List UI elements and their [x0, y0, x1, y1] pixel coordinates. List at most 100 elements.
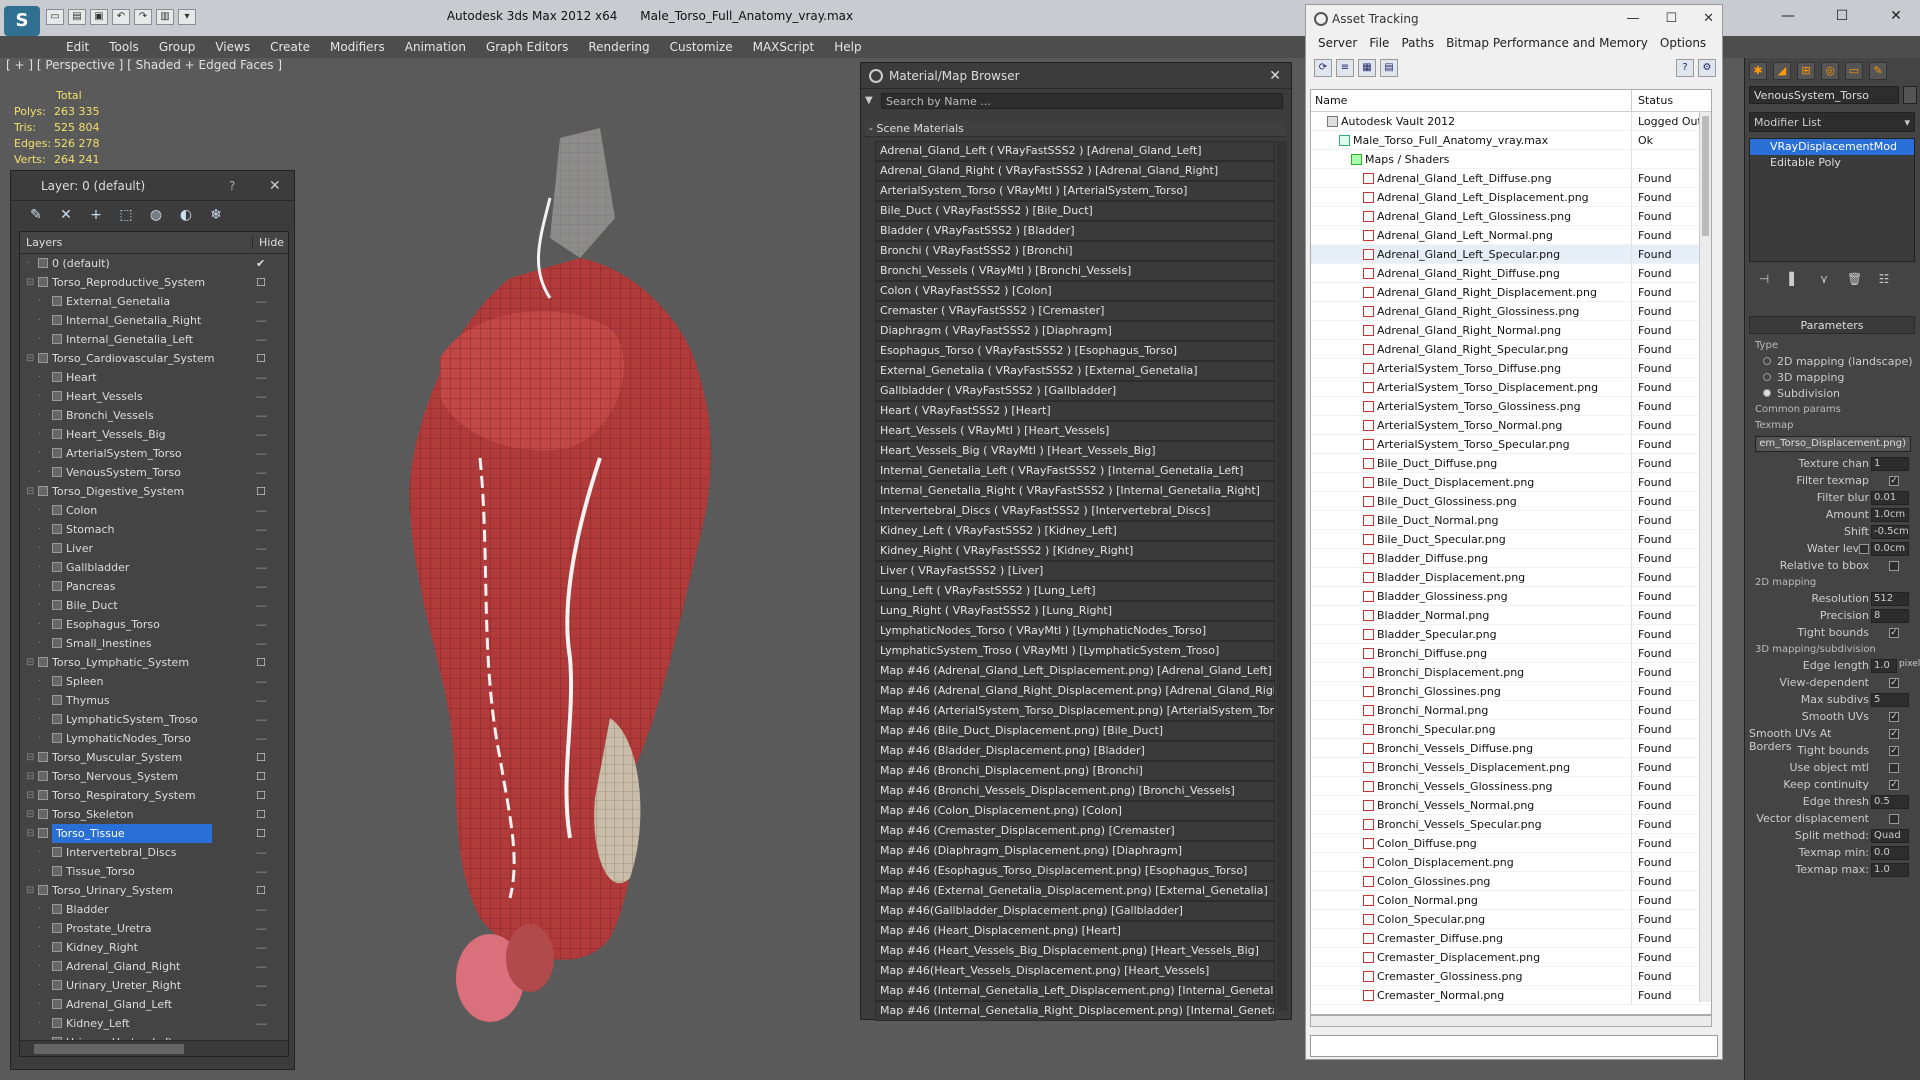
object-color-swatch[interactable] [1903, 86, 1917, 104]
asset-row[interactable]: Adrenal_Gland_Right_Glossiness.png Found [1311, 302, 1711, 321]
asset-row[interactable]: ArterialSystem_Torso_Glossiness.png Found [1311, 397, 1711, 416]
material-item[interactable]: Bronchi ( VRayFastSSS2 ) [Bronchi] [875, 241, 1275, 261]
material-item[interactable]: Map #46 (Adrenal_Gland_Left_Displacement… [875, 661, 1275, 681]
menu-tools[interactable]: Tools [99, 36, 149, 58]
asset-row[interactable]: Bronchi_Vessels_Diffuse.png Found [1311, 739, 1711, 758]
expand-icon[interactable]: ⊟ [26, 748, 34, 767]
layer-row[interactable]: · LymphaticSystem_Troso — [20, 710, 288, 729]
param-spinner[interactable]: 1.0cm [1871, 508, 1909, 522]
delete-layer-icon[interactable]: ✕ [55, 205, 77, 225]
asset-row[interactable]: Bile_Duct_Specular.png Found [1311, 530, 1711, 549]
asset-horizontal-scrollbar[interactable] [1310, 1015, 1712, 1027]
asset-menu-bitmap-performance-and-memory[interactable]: Bitmap Performance and Memory [1440, 33, 1654, 53]
layer-row[interactable]: · 0 (default) ✔ [20, 254, 288, 273]
radio-button[interactable] [1763, 357, 1771, 365]
texmap-button[interactable]: em_Torso_Displacement.png) [1755, 436, 1911, 452]
close-icon[interactable]: ✕ [269, 171, 281, 201]
param-checkbox[interactable]: ✓ [1889, 628, 1899, 638]
hide-toggle[interactable]: — [256, 406, 267, 425]
material-item[interactable]: Map #46 (Bladder_Displacement.png) [Blad… [875, 741, 1275, 761]
expand-icon[interactable]: ⊟ [26, 881, 34, 900]
asset-row[interactable]: Bladder_Glossiness.png Found [1311, 587, 1711, 606]
layer-row[interactable]: · Internal_Genetalia_Right — [20, 311, 288, 330]
asset-menu-file[interactable]: File [1363, 33, 1395, 53]
hide-toggle[interactable]: — [256, 672, 267, 691]
modifier-stack[interactable]: VRayDisplacementMod Editable Poly [1749, 138, 1915, 262]
hide-toggle[interactable]: — [256, 615, 267, 634]
hide-toggle[interactable]: ☐ [256, 748, 266, 767]
asset-menu-options[interactable]: Options [1654, 33, 1712, 53]
hierarchy-tab-icon[interactable]: ⊞ [1797, 62, 1815, 80]
asset-row[interactable]: Adrenal_Gland_Right_Diffuse.png Found [1311, 264, 1711, 283]
asset-row[interactable]: Bladder_Normal.png Found [1311, 606, 1711, 625]
material-item[interactable]: Map #46 (Colon_Displacement.png) [Colon] [875, 801, 1275, 821]
asset-row[interactable]: Autodesk Vault 2012 Logged Out [1311, 112, 1711, 131]
expand-icon[interactable]: ⊟ [26, 805, 34, 824]
torso-model[interactable] [380, 98, 780, 1080]
hide-toggle[interactable]: ☐ [256, 767, 266, 786]
param-spinner[interactable]: 512 [1871, 592, 1909, 606]
asset-row[interactable]: Cremaster_Glossiness.png Found [1311, 967, 1711, 986]
asset-row[interactable]: Maps / Shaders [1311, 150, 1711, 169]
asset-row[interactable]: Adrenal_Gland_Left_Normal.png Found [1311, 226, 1711, 245]
material-item[interactable]: Map #46 (Bronchi_Vessels_Displacement.pn… [875, 781, 1275, 801]
hide-toggle[interactable]: — [256, 539, 267, 558]
make-unique-icon[interactable]: ⋎ [1817, 270, 1831, 288]
layer-row[interactable]: · LymphaticNodes_Torso — [20, 729, 288, 748]
show-end-result-icon[interactable]: ▌ [1787, 270, 1801, 288]
menu-help[interactable]: Help [824, 36, 871, 58]
material-item[interactable]: Internal_Genetalia_Right ( VRayFastSSS2 … [875, 481, 1275, 501]
menu-graph-editors[interactable]: Graph Editors [476, 36, 578, 58]
object-name-field[interactable]: VenousSystem_Torso [1749, 86, 1899, 104]
material-item[interactable]: Map #46(Heart_Vessels_Displacement.png) … [875, 961, 1275, 981]
asset-row[interactable]: Colon_Specular.png Found [1311, 910, 1711, 929]
expand-icon[interactable]: ⊟ [26, 824, 34, 843]
menu-animation[interactable]: Animation [395, 36, 476, 58]
asset-row[interactable]: Colon_Glossines.png Found [1311, 872, 1711, 891]
param-spinner[interactable]: 5 [1871, 693, 1909, 707]
hide-toggle[interactable]: — [256, 387, 267, 406]
hide-toggle[interactable]: — [256, 368, 267, 387]
hide-toggle[interactable]: — [256, 311, 267, 330]
asset-row[interactable]: Bladder_Displacement.png Found [1311, 568, 1711, 587]
asset-row[interactable]: Colon_Displacement.png Found [1311, 853, 1711, 872]
pin-stack-icon[interactable]: ⊣ [1757, 270, 1771, 288]
help-icon[interactable]: ? [1676, 59, 1694, 77]
layer-row[interactable]: · Heart_Vessels_Big — [20, 425, 288, 444]
material-item[interactable]: Map #46 (Adrenal_Gland_Right_Displacemen… [875, 681, 1275, 701]
asset-row[interactable]: Adrenal_Gland_Left_Specular.png Found [1311, 245, 1711, 264]
layer-row[interactable]: · Liver — [20, 539, 288, 558]
hide-toggle[interactable]: — [256, 691, 267, 710]
remove-modifier-icon[interactable]: 🗑 [1847, 270, 1862, 288]
layer-row[interactable]: · Internal_Genetalia_Left — [20, 330, 288, 349]
asset-menu-server[interactable]: Server [1312, 33, 1363, 53]
hide-toggle[interactable]: — [256, 995, 267, 1014]
material-item[interactable]: Liver ( VRayFastSSS2 ) [Liver] [875, 561, 1275, 581]
hide-toggle[interactable]: — [256, 634, 267, 653]
material-item[interactable]: Intervertebral_Discs ( VRayFastSSS2 ) [I… [875, 501, 1275, 521]
material-item[interactable]: Cremaster ( VRayFastSSS2 ) [Cremaster] [875, 301, 1275, 321]
radio-button[interactable] [1763, 389, 1771, 397]
configure-modifier-sets-icon[interactable]: ☷ [1877, 270, 1891, 288]
asset-row[interactable]: Adrenal_Gland_Right_Displacement.png Foun… [1311, 283, 1711, 302]
asset-row[interactable]: Bronchi_Displacement.png Found [1311, 663, 1711, 682]
layer-horizontal-scrollbar[interactable] [20, 1040, 288, 1056]
material-item[interactable]: Heart_Vessels_Big ( VRayMtl ) [Heart_Ves… [875, 441, 1275, 461]
asset-row[interactable]: Bile_Duct_Diffuse.png Found [1311, 454, 1711, 473]
menu-rendering[interactable]: Rendering [578, 36, 659, 58]
param-spinner[interactable]: 1 [1871, 457, 1909, 471]
hide-toggle[interactable]: ☐ [256, 273, 266, 292]
refresh-icon[interactable]: ⟳ [1314, 59, 1332, 77]
material-item[interactable]: Colon ( VRayFastSSS2 ) [Colon] [875, 281, 1275, 301]
asset-row[interactable]: Bronchi_Glossines.png Found [1311, 682, 1711, 701]
asset-table[interactable]: Name Status Autodesk Vault 2012 Logged Ou… [1310, 89, 1712, 1015]
asset-row[interactable]: Bronchi_Vessels_Displacement.png Found [1311, 758, 1711, 777]
layer-row[interactable]: · Colon — [20, 501, 288, 520]
asset-row[interactable]: Bile_Duct_Displacement.png Found [1311, 473, 1711, 492]
scene-materials-section[interactable]: - Scene Materials [865, 121, 1285, 137]
param-checkbox[interactable]: ✓ [1889, 746, 1899, 756]
layer-row[interactable]: · Gallbladder — [20, 558, 288, 577]
add-to-layer-icon[interactable]: + [85, 205, 107, 225]
material-item[interactable]: Lung_Right ( VRayFastSSS2 ) [Lung_Right] [875, 601, 1275, 621]
layer-row[interactable]: · Bronchi_Vessels — [20, 406, 288, 425]
